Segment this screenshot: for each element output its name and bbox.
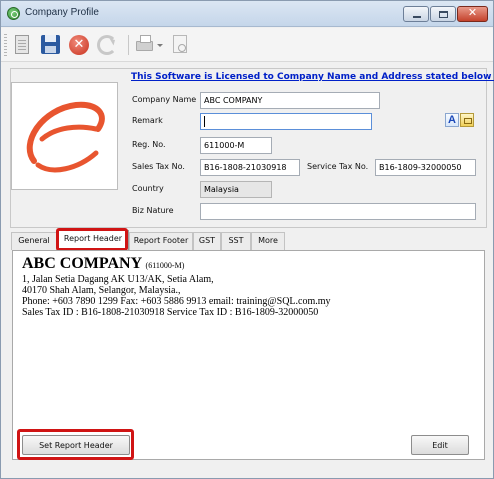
report-header-tax-ids: Sales Tax ID : B16-1808-21030918 Service… (22, 307, 319, 318)
close-icon: ✕ (467, 6, 478, 19)
window-title: Company Profile (25, 7, 99, 18)
service-tax-no-field[interactable]: B16-1809-32000050 (375, 159, 476, 176)
font-a-icon: A (448, 114, 456, 126)
sales-tax-no-label: Sales Tax No. (132, 162, 185, 171)
print-preview-icon (173, 35, 187, 53)
tab-general[interactable]: General (11, 232, 57, 250)
sales-tax-no-field[interactable]: B16-1808-21030918 (200, 159, 300, 176)
text-caret (204, 116, 205, 127)
refresh-icon (97, 35, 117, 55)
toolbar: ✕ (1, 28, 493, 62)
report-header-contact: Phone: +603 7890 1299 Fax: +603 5886 991… (22, 296, 331, 307)
tab-sst[interactable]: SST (221, 232, 251, 250)
tab-gst[interactable]: GST (193, 232, 221, 250)
reg-no-field[interactable]: 611000-M (200, 137, 272, 154)
country-field[interactable]: Malaysia (200, 181, 272, 198)
toolbar-separator (128, 35, 129, 55)
print-dropdown-button[interactable] (156, 33, 165, 57)
report-header-tab-highlight (56, 228, 128, 251)
report-header-editor[interactable]: ABC COMPANY (611000-M) 1, Jalan Setia Da… (22, 255, 472, 425)
maximize-icon (439, 11, 448, 18)
company-name-label: Company Name (132, 95, 197, 104)
cancel-button[interactable]: ✕ (67, 33, 91, 57)
remark-label: Remark (132, 116, 163, 125)
edit-remark-button[interactable] (460, 113, 474, 127)
logo-swoosh-icon (26, 101, 105, 173)
app-icon (7, 7, 20, 20)
company-logo[interactable] (11, 82, 118, 190)
minimize-icon (413, 16, 421, 18)
report-header-address1: 1, Jalan Setia Dagang AK U13/AK, Setia A… (22, 274, 214, 285)
report-header-company-line: ABC COMPANY (611000-M) (22, 255, 472, 274)
print-preview-button[interactable] (169, 33, 193, 57)
tab-report-footer[interactable]: Report Footer (129, 232, 193, 250)
save-button[interactable] (39, 33, 63, 57)
biz-nature-label: Biz Nature (132, 206, 174, 215)
cancel-icon: ✕ (69, 35, 89, 55)
set-report-header-highlight (17, 429, 134, 460)
license-statement-link[interactable]: This Software is Licensed to Company Nam… (131, 72, 494, 82)
report-header-address2: 40170 Shah Alam, Selangor, Malaysia., (22, 285, 181, 296)
print-button[interactable] (135, 33, 155, 57)
edit-button[interactable]: Edit (411, 435, 469, 455)
company-profile-window: Company Profile ✕ ✕ This Software is Lic… (0, 0, 494, 479)
minimize-button[interactable] (403, 6, 429, 22)
toolbar-grip[interactable] (4, 34, 7, 56)
tab-more[interactable]: More (251, 232, 285, 250)
printer-icon (136, 35, 153, 51)
font-format-button[interactable]: A (445, 113, 459, 127)
save-disk-icon (41, 35, 60, 54)
report-header-company: ABC COMPANY (22, 255, 142, 272)
refresh-button[interactable] (95, 33, 119, 57)
company-name-field[interactable]: ABC COMPANY (200, 92, 380, 109)
new-button[interactable] (11, 33, 35, 57)
remark-field[interactable] (200, 113, 372, 130)
biz-nature-field[interactable] (200, 203, 476, 220)
report-header-reg: (611000-M) (145, 261, 185, 270)
title-bar[interactable]: Company Profile ✕ (1, 1, 493, 27)
reg-no-label: Reg. No. (132, 140, 166, 149)
country-label: Country (132, 184, 164, 193)
chevron-down-icon (157, 44, 163, 50)
service-tax-no-label: Service Tax No. (307, 162, 369, 171)
new-document-icon (15, 35, 29, 54)
maximize-button[interactable] (430, 6, 456, 22)
close-button[interactable]: ✕ (457, 6, 488, 22)
